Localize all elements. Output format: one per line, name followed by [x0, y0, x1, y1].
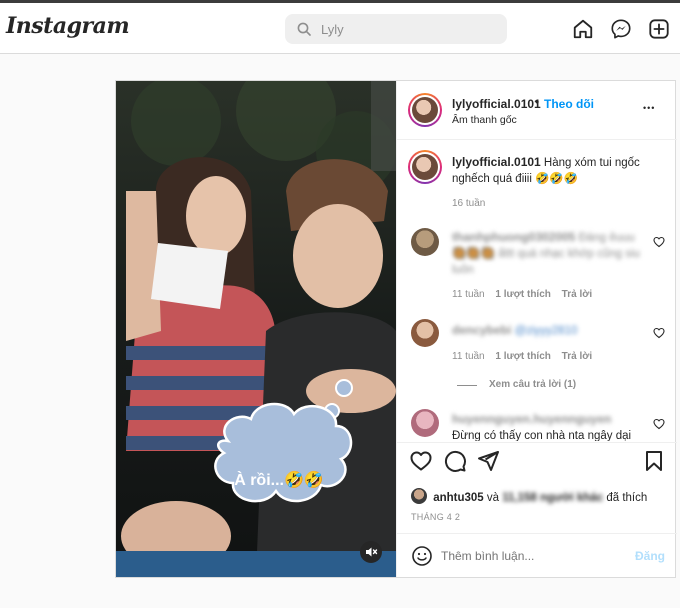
post-video[interactable]: À rồi...🤣🤣: [116, 81, 396, 577]
comment-username[interactable]: dencybebi: [452, 323, 511, 337]
comment-avatar[interactable]: [411, 319, 439, 347]
comment-username[interactable]: huyennguyen.huyennguyen: [452, 412, 611, 426]
video-overlay-text: À rồi...🤣🤣: [234, 472, 324, 489]
comment-input[interactable]: [441, 547, 621, 565]
comments-list[interactable]: lylyofficial.0101 Hàng xóm tui ngốc nghế…: [397, 141, 677, 441]
instagram-logo[interactable]: Instagram: [6, 13, 130, 39]
comment-time: 11 tuần: [452, 351, 485, 362]
search-placeholder: Lyly: [321, 22, 344, 37]
liked-by-avatar[interactable]: [411, 488, 427, 504]
home-icon[interactable]: [572, 18, 594, 40]
post-header: lylyofficial.0101 • Theo dõi Âm thanh gố…: [397, 81, 677, 140]
comment-meta: 11 tuần 1 lượt thích Trả lời: [452, 351, 592, 362]
search-icon: [297, 22, 311, 36]
emoji-icon[interactable]: [411, 545, 433, 567]
caption-time: 16 tuần: [452, 198, 486, 209]
search-input[interactable]: Lyly: [285, 14, 507, 44]
comment-username[interactable]: thanhphuong0302005: [452, 230, 575, 244]
comment-like-heart-icon[interactable]: [653, 418, 665, 430]
view-replies-button[interactable]: Xem câu trả lời (1): [489, 379, 576, 390]
liked-by-others[interactable]: 11,158 người khác: [502, 492, 603, 504]
speaker-muted-icon: [366, 547, 378, 557]
share-icon[interactable]: [476, 449, 500, 473]
liked-by-user[interactable]: anhtu305: [433, 492, 484, 504]
post-date[interactable]: THÁNG 4 2: [411, 512, 460, 522]
reply-button[interactable]: Trả lời: [562, 289, 592, 300]
comment-meta: 11 tuần 1 lượt thích Trả lời: [452, 289, 592, 300]
comment-likes[interactable]: 1 lượt thích: [495, 289, 550, 300]
add-comment-bar: Đăng: [397, 533, 677, 577]
comment-likes[interactable]: 1 lượt thích: [495, 351, 550, 362]
comment: dencybebi @ziyyy2810: [452, 322, 642, 339]
caption-avatar[interactable]: [408, 150, 442, 184]
comment: thanhphuong0302005 Đáng êuuu 🥘🥘🥘 ấttt qu…: [452, 229, 642, 278]
comment-like-heart-icon[interactable]: [653, 236, 665, 248]
reply-button[interactable]: Trả lời: [562, 351, 592, 362]
caption: lylyofficial.0101 Hàng xóm tui ngốc nghế…: [452, 154, 657, 187]
post-comment-button[interactable]: Đăng: [635, 549, 665, 563]
liked-by-and: và: [486, 492, 500, 504]
comment-time: 11 tuần: [452, 289, 485, 300]
caption-username[interactable]: lylyofficial.0101: [452, 155, 541, 169]
save-bookmark-icon[interactable]: [642, 449, 666, 473]
comment-avatar[interactable]: [411, 228, 439, 256]
mute-button[interactable]: [360, 541, 382, 563]
follow-button[interactable]: Theo dõi: [544, 97, 594, 111]
new-post-icon[interactable]: [648, 18, 670, 40]
comment-text: Đừng có thấy con nhà nta ngây dại ra rồi: [452, 430, 632, 441]
post-details-panel: lylyofficial.0101 • Theo dõi Âm thanh gố…: [396, 81, 677, 577]
like-heart-icon[interactable]: [409, 449, 433, 473]
messenger-icon[interactable]: [610, 18, 632, 40]
top-navigation-bar: Instagram Lyly: [0, 3, 680, 54]
view-replies-line: [457, 385, 477, 386]
liked-by-summary: anhtu305 và 11,158 người khác đã thích: [411, 488, 647, 504]
comment-like-heart-icon[interactable]: [653, 327, 665, 339]
comment-avatar[interactable]: [411, 409, 439, 437]
more-options-icon[interactable]: •••: [643, 103, 655, 113]
liked-by-suffix: đã thích: [606, 492, 648, 504]
comment-mention[interactable]: @ziyyy2810: [515, 325, 578, 337]
post-dialog: À rồi...🤣🤣 lylyofficial.0101 • Theo dõi …: [115, 80, 677, 578]
author-username[interactable]: lylyofficial.0101: [452, 97, 541, 111]
header-separator: •: [535, 95, 540, 109]
comment: huyennguyen.huyennguyen Đừng có thấy con…: [452, 411, 642, 441]
comment-icon[interactable]: [443, 449, 467, 473]
audio-label[interactable]: Âm thanh gốc: [452, 114, 517, 126]
video-frame: [116, 81, 396, 577]
author-avatar[interactable]: [408, 93, 442, 127]
